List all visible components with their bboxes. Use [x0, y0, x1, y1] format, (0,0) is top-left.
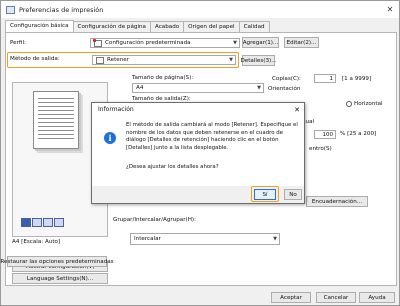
title-bar: Preferencias de impresión ✕	[1, 1, 399, 18]
tab-finishing[interactable]: Acabado	[149, 21, 185, 32]
profile-value: Configuración predeterminada	[105, 40, 191, 46]
scale-range: % [25 a 200]	[340, 131, 377, 137]
group-select[interactable]: Intercalar ▼	[130, 233, 280, 245]
layout-icon[interactable]	[54, 218, 64, 227]
page-size-value: A4	[136, 85, 144, 91]
restore-defaults-button[interactable]: Restaurar las opciones predeterminadas	[0, 256, 114, 267]
edit-profile-button[interactable]: Editar(2)...	[284, 37, 319, 48]
output-method-value: Retener	[107, 57, 129, 63]
profile-icon	[93, 39, 102, 47]
tab-paper-source[interactable]: Origen del papel	[183, 21, 240, 32]
layout-icon[interactable]	[32, 218, 42, 227]
output-method-label: Método de salida:	[10, 56, 60, 62]
layout-icon[interactable]	[43, 218, 53, 227]
information-dialog: Información ✕ i El método de salida camb…	[91, 102, 305, 204]
help-button[interactable]: Ayuda	[359, 292, 395, 303]
dialog-body: i El método de salida cambiará al modo […	[92, 116, 304, 186]
chevron-down-icon: ▼	[229, 57, 233, 63]
chevron-down-icon: ▼	[273, 236, 277, 242]
orientation-label: Orientación	[268, 86, 301, 92]
yes-button[interactable]: Sí	[254, 189, 276, 200]
dialog-title: Información	[98, 106, 134, 113]
output-method-select[interactable]: Retener ▼	[92, 55, 236, 65]
profile-select[interactable]: Configuración predeterminada ▼	[90, 38, 240, 48]
page-size-label: Tamaño de página(S):	[132, 75, 194, 81]
copies-input[interactable]: 1	[314, 74, 336, 83]
chevron-down-icon: ▼	[257, 85, 261, 91]
dialog-title-bar: Información ✕	[92, 103, 304, 116]
center-label: entro(S)	[309, 146, 332, 152]
copies-label: Copias(C):	[272, 76, 301, 82]
preview-mode-buttons	[21, 218, 65, 227]
group-value: Intercalar	[134, 236, 161, 242]
close-icon[interactable]: ✕	[290, 106, 304, 114]
copies-range: [1 a 9999]	[342, 76, 372, 82]
hold-icon	[96, 56, 104, 64]
binding-button[interactable]: Encuadernación...	[306, 196, 368, 207]
ok-button[interactable]: Aceptar	[271, 292, 311, 303]
group-label: Grupar/Intercalar/Agrupar(H):	[113, 217, 196, 223]
tab-quality[interactable]: Calidad	[238, 21, 270, 32]
scale-input[interactable]: 100	[314, 130, 336, 139]
add-profile-button[interactable]: Agregar(1)...	[242, 37, 279, 48]
page-size-select[interactable]: A4 ▼	[132, 83, 264, 93]
info-icon: i	[104, 132, 116, 144]
details-button[interactable]: Detalles(3)...	[240, 55, 277, 66]
window-title: Preferencias de impresión	[19, 5, 104, 14]
orientation-horizontal-radio[interactable]	[346, 101, 352, 107]
layout-icon[interactable]	[21, 218, 31, 227]
chevron-down-icon: ▼	[233, 40, 237, 46]
profile-label: Perfil:	[10, 40, 26, 46]
cancel-button[interactable]: Cancelar	[316, 292, 356, 303]
printer-icon	[6, 5, 15, 14]
orientation-horizontal-label: Horizontal	[354, 101, 383, 107]
preview-page	[33, 91, 79, 149]
language-settings-button[interactable]: Language Settings(N)...	[12, 273, 108, 284]
dialog-question: ¿Desea ajustar los detalles ahora?	[126, 164, 219, 170]
tab-bar: Configuración básica Configuración de pá…	[5, 20, 270, 33]
tab-page-setup[interactable]: Configuración de página	[72, 21, 151, 32]
close-icon[interactable]: ✕	[381, 1, 399, 18]
dialog-message: El método de salida cambiará al modo [Re…	[126, 122, 298, 151]
print-preferences-window: Preferencias de impresión ✕ Configuració…	[0, 0, 400, 306]
preview-caption: A4 [Escala: Auto]	[12, 239, 61, 245]
no-button[interactable]: No	[284, 189, 302, 200]
